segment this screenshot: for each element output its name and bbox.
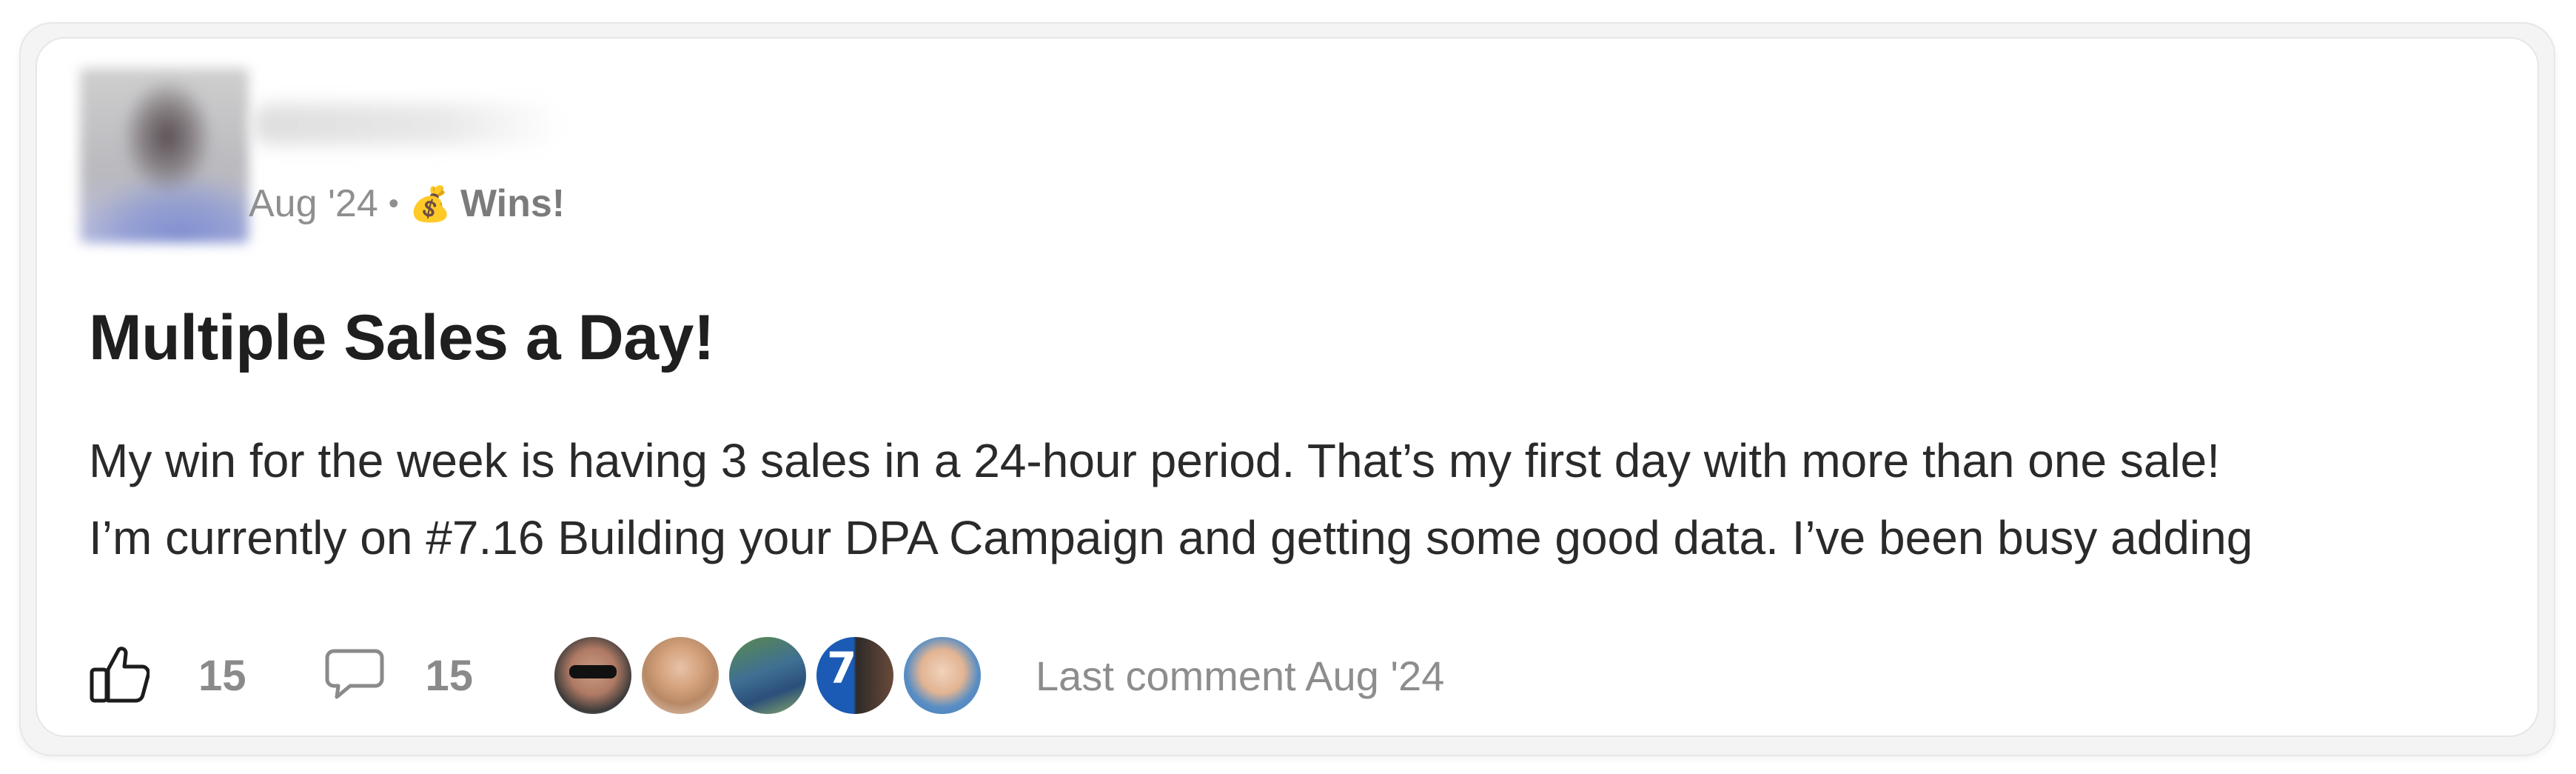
comment-bubble-icon xyxy=(325,648,384,704)
author-name-blurred[interactable] xyxy=(252,104,563,145)
like-count: 15 xyxy=(198,651,246,700)
author-avatar[interactable] xyxy=(80,68,249,243)
meta-separator: • xyxy=(388,187,399,220)
commenter-avatar[interactable] xyxy=(639,634,722,717)
post-meta: Aug '24 • 💰 Wins! xyxy=(249,178,565,230)
last-comment-text: Last comment Aug '24 xyxy=(1036,652,1445,699)
post-footer: 15 15 7 Last comment Aug '24 xyxy=(89,631,1444,720)
commenter-avatar[interactable] xyxy=(726,634,810,717)
post-category[interactable]: Wins! xyxy=(460,181,565,226)
post-card[interactable]: Aug '24 • 💰 Wins! Multiple Sales a Day! … xyxy=(36,37,2539,737)
commenter-avatar[interactable]: 7 xyxy=(814,634,897,717)
thumbs-up-icon xyxy=(89,644,150,707)
post-body-line: I’m currently on #7.16 Building your DPA… xyxy=(89,511,2253,564)
comment-count: 15 xyxy=(425,651,474,700)
comment-button[interactable]: 15 xyxy=(325,648,474,704)
post-body-line: My win for the week is having 3 sales in… xyxy=(89,434,2221,487)
commenter-avatars[interactable]: 7 xyxy=(551,634,985,717)
post-body-preview[interactable]: My win for the week is having 3 sales in… xyxy=(89,422,2502,576)
commenter-avatar[interactable] xyxy=(551,634,635,717)
money-bag-icon: 💰 xyxy=(409,184,452,223)
post-title[interactable]: Multiple Sales a Day! xyxy=(89,301,715,375)
like-button[interactable]: 15 xyxy=(89,644,246,707)
avatar-badge-text: 7 xyxy=(827,643,857,693)
post-date: Aug '24 xyxy=(249,182,378,225)
commenter-avatar[interactable] xyxy=(901,634,985,717)
